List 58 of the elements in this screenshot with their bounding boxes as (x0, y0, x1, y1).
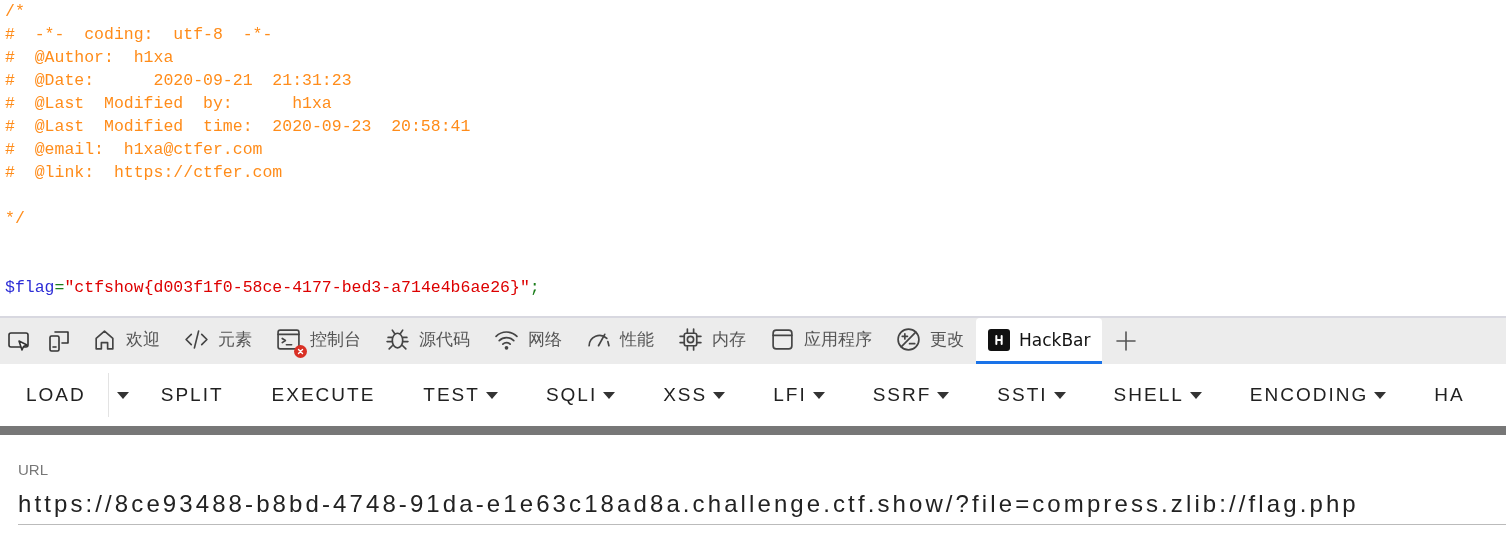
toolbar-button[interactable]: SSTI (973, 370, 1090, 420)
code-comment: # @Author: h1xa (5, 47, 174, 69)
hackbar-logo-icon (988, 328, 1010, 351)
caret-icon (937, 391, 950, 399)
toolbar-button[interactable]: SSRF (848, 370, 974, 420)
window-icon (770, 327, 795, 352)
devtools-tab[interactable]: 网络 (482, 318, 574, 364)
error-badge-icon (294, 345, 307, 358)
toolbar-button[interactable]: EXECUTE (247, 370, 400, 420)
devtools-tab[interactable]: 更改 (884, 318, 976, 364)
code-comment: # @Last Modified time: 2020-09-23 20:58:41 (5, 116, 471, 138)
caret-icon (713, 391, 726, 399)
url-label: URL (18, 461, 48, 478)
add-icon[interactable] (1114, 329, 1139, 353)
toolbar-button[interactable]: TEST (399, 370, 522, 420)
toolbar-button[interactable]: LOAD (2, 370, 110, 420)
console-icon (276, 327, 301, 352)
devtools-tab[interactable]: 性能 (574, 318, 666, 364)
diff-icon (896, 327, 921, 352)
code-comment: # -*- coding: utf-8 -*- (5, 24, 273, 46)
code-comment: # @Date: 2020-09-21 21:31:23 (5, 70, 352, 92)
toolbar-button[interactable]: SPLIT (136, 370, 248, 420)
devtools-tab[interactable]: 元素 (172, 318, 264, 364)
caret-icon (603, 391, 616, 399)
code-variable: $flag (5, 277, 55, 299)
devtools-tab[interactable]: 内存 (666, 318, 758, 364)
toolbar-button[interactable]: SQLI (521, 370, 640, 420)
caret-icon (485, 391, 498, 399)
devtools-tab[interactable]: 控制台 (264, 318, 373, 364)
bug-icon (385, 327, 410, 352)
url-field[interactable]: https://8ce93488-b8bd-4748-91da-e1e63c18ad8a.challenge.ctf.show/?file=compress.zlib://flag.php (18, 486, 1506, 525)
code-string: "ctfshow{d003f1f0-58ce-4177-bed3-a714e4b6ae26}" (64, 277, 530, 299)
devtools-tab[interactable]: 源代码 (373, 318, 482, 364)
toolbar-button[interactable]: LFI (749, 370, 849, 420)
devtools-tab[interactable]: 应用程序 (758, 318, 884, 364)
toolbar-button[interactable]: SHELL (1089, 370, 1226, 420)
devtools-tab[interactable]: HackBar (976, 318, 1103, 364)
device-icon[interactable] (47, 329, 71, 353)
caret-icon (116, 391, 129, 399)
toolbar-button[interactable]: ENCODING (1225, 370, 1411, 420)
caret-icon (1053, 391, 1066, 399)
code-icon (184, 327, 209, 352)
code-punctuation: ; (529, 277, 540, 299)
home-icon (92, 327, 117, 352)
inspect-icon[interactable] (7, 329, 31, 353)
code-comment: # @link: https://ctfer.com (5, 162, 283, 184)
code-comment: /* (5, 1, 25, 23)
caret-icon (812, 391, 825, 399)
toolbar-button[interactable]: HA (1410, 370, 1489, 420)
caret-icon (1374, 391, 1387, 399)
toolbar-button[interactable]: XSS (639, 370, 750, 420)
devtools-tab[interactable]: 欢迎 (80, 318, 172, 364)
code-comment: */ (5, 208, 25, 230)
code-comment: # @Last Modified by: h1xa (5, 93, 332, 115)
caret-icon (1189, 391, 1202, 399)
code-operator: = (54, 277, 65, 299)
code-comment: # @email: h1xa@ctfer.com (5, 139, 263, 161)
chip-icon (678, 327, 703, 352)
